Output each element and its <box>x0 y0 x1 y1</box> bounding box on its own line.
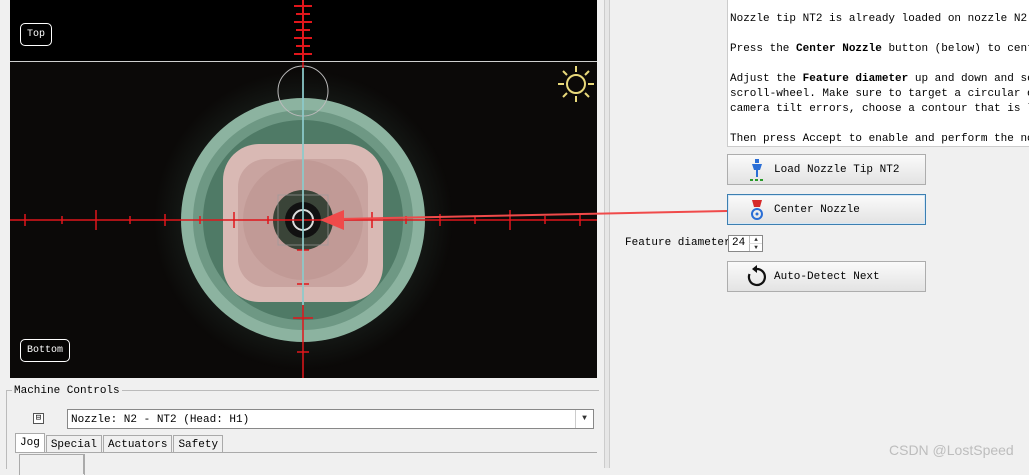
nozzle-select[interactable]: Nozzle: N2 - NT2 (Head: H1) ▼ <box>67 409 594 429</box>
tab-special[interactable]: Special <box>45 435 103 452</box>
auto-detect-next-button[interactable]: Auto-Detect Next <box>727 261 926 292</box>
top-camera-view[interactable] <box>10 0 597 62</box>
spin-down-icon[interactable]: ▼ <box>749 244 762 251</box>
machine-controls-tabs: Jog Special Actuators Safety <box>15 433 224 453</box>
instruction-line: Press the Center Nozzle button (below) t… <box>730 43 1029 55</box>
instruction-line: Adjust the Feature diameter up and down … <box>730 73 1029 85</box>
load-nozzle-tip-label: Load Nozzle Tip NT2 <box>774 163 900 176</box>
rotate-icon <box>747 264 766 286</box>
collapse-icon[interactable]: ⊟ <box>33 413 44 424</box>
spin-up-icon[interactable]: ▲ <box>749 236 762 244</box>
instruction-line: Then press Accept to enable and perform … <box>730 133 1029 145</box>
auto-detect-next-label: Auto-Detect Next <box>774 270 880 283</box>
sun-icon[interactable] <box>556 64 596 104</box>
nozzle-image <box>10 62 597 378</box>
feature-diameter-label: Feature diameter <box>625 237 731 249</box>
nozzle-load-icon <box>750 158 764 181</box>
watermark: CSDN @LostSpeed <box>889 442 1014 458</box>
instructions-text: Nozzle tip NT2 is already loaded on nozz… <box>727 0 1029 147</box>
top-camera-crosshair <box>294 0 312 61</box>
center-nozzle-icon <box>751 199 763 220</box>
instruction-line: camera tilt errors, choose a contour tha… <box>730 103 1029 115</box>
jog-tab-panel <box>15 452 597 475</box>
jog-panel-button[interactable] <box>19 454 85 475</box>
center-nozzle-button[interactable]: Center Nozzle <box>727 194 926 225</box>
pane-splitter[interactable] <box>604 0 610 468</box>
center-nozzle-label: Center Nozzle <box>774 203 860 216</box>
feature-diameter-value[interactable]: 24 <box>732 237 745 249</box>
bottom-camera-view[interactable] <box>10 62 597 378</box>
tab-safety[interactable]: Safety <box>173 435 224 452</box>
instruction-line: Nozzle tip NT2 is already loaded on nozz… <box>730 13 1029 25</box>
camera-pane: Top Bottom Machine Controls ⊟ Nozzle: N2… <box>0 0 604 475</box>
chevron-down-icon[interactable]: ▼ <box>575 410 593 428</box>
machine-controls-panel: Machine Controls ⊟ Nozzle: N2 - NT2 (Hea… <box>6 385 599 475</box>
load-nozzle-tip-button[interactable]: Load Nozzle Tip NT2 <box>727 154 926 185</box>
nozzle-select-value: Nozzle: N2 - NT2 (Head: H1) <box>71 414 250 426</box>
top-camera-label: Top <box>20 23 53 46</box>
tab-jog[interactable]: Jog <box>15 433 45 452</box>
tab-actuators[interactable]: Actuators <box>103 435 173 452</box>
bottom-camera-label: Bottom <box>20 339 71 362</box>
feature-diameter-spinner[interactable]: 24 ▲ ▼ <box>728 235 763 252</box>
instruction-line: scroll-wheel. Make sure to target a circ… <box>730 88 1029 100</box>
machine-controls-title: Machine Controls <box>12 385 122 397</box>
jog-panel-area <box>83 454 596 474</box>
